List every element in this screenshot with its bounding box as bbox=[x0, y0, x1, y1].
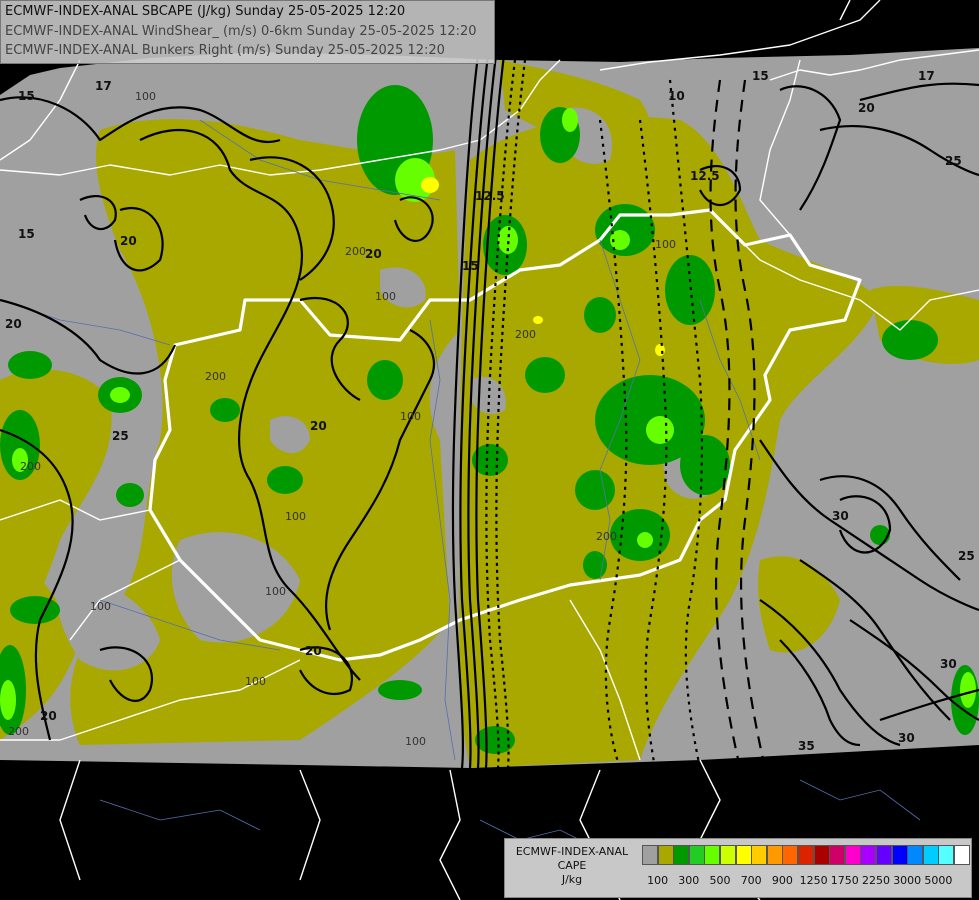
contour-label: 12.5 bbox=[475, 189, 505, 203]
title-line-sbcape: ECMWF-INDEX-ANAL SBCAPE (J/kg) Sunday 25… bbox=[5, 4, 406, 19]
contour-label: 15 bbox=[18, 89, 35, 103]
legend-tick-label: 500 bbox=[709, 874, 731, 887]
contour-label: 25 bbox=[112, 429, 129, 443]
contour-label: 30 bbox=[898, 731, 915, 745]
legend-swatch bbox=[688, 845, 705, 865]
contour-label: 200 bbox=[515, 328, 536, 341]
legend-tick-label: 900 bbox=[771, 874, 793, 887]
legend-swatch bbox=[782, 845, 799, 865]
title-line-windshear: ECMWF-INDEX-ANAL WindShear_ (m/s) 0-6km … bbox=[5, 24, 477, 39]
legend-swatch bbox=[938, 845, 955, 865]
legend-swatch bbox=[798, 845, 814, 865]
cape-legend: ECMWF-INDEX-ANAL CAPE J/kg 100 300 500 700 9… bbox=[504, 838, 972, 898]
legend-swatch bbox=[766, 845, 783, 865]
legend-tick-label: 1250 bbox=[799, 874, 828, 887]
contour-label: 20 bbox=[120, 234, 137, 248]
contour-label: 20 bbox=[5, 317, 22, 331]
legend-swatch bbox=[829, 845, 846, 865]
legend-tick-label: 100 bbox=[647, 874, 669, 887]
contour-label: 20 bbox=[305, 644, 322, 658]
contour-label: 100 bbox=[655, 238, 676, 251]
legend-swatch bbox=[954, 845, 970, 865]
contour-label: 20 bbox=[365, 247, 382, 261]
legend-swatch bbox=[642, 845, 658, 865]
contour-label: 20 bbox=[40, 709, 57, 723]
legend-swatch bbox=[876, 845, 892, 865]
title-line-bunkers: ECMWF-INDEX-ANAL Bunkers Right (m/s) Sun… bbox=[5, 43, 445, 58]
contour-label: 15 bbox=[462, 259, 479, 273]
legend-title-unit: J/kg bbox=[561, 873, 583, 886]
contour-label: 100 bbox=[135, 90, 156, 103]
contour-label: 30 bbox=[940, 657, 957, 671]
legend-swatch bbox=[922, 845, 939, 865]
title-box: ECMWF-INDEX-ANAL SBCAPE (J/kg) Sunday 25… bbox=[0, 0, 495, 64]
contour-label: 200 bbox=[20, 460, 41, 473]
contour-label: 100 bbox=[245, 675, 266, 688]
contour-label: 100 bbox=[405, 735, 426, 748]
contour-label: 25 bbox=[958, 549, 975, 563]
contour-label: 100 bbox=[400, 410, 421, 423]
contour-label: 200 bbox=[596, 530, 617, 543]
legend-swatch bbox=[704, 845, 721, 865]
contour-label: 12.5 bbox=[690, 169, 720, 183]
legend-tick-label: 3000 bbox=[893, 874, 922, 887]
legend-swatch bbox=[844, 845, 861, 865]
legend-tick-label: 5000 bbox=[924, 874, 953, 887]
legend-tick-label: 300 bbox=[678, 874, 700, 887]
legend-swatch bbox=[735, 845, 752, 865]
contour-label: 35 bbox=[798, 739, 815, 753]
contour-label: 200 bbox=[205, 370, 226, 383]
contour-label: 100 bbox=[90, 600, 111, 613]
contour-label: 100 bbox=[265, 585, 286, 598]
legend-swatch bbox=[673, 845, 690, 865]
contour-label: 17 bbox=[918, 69, 935, 83]
contour-label: 17 bbox=[95, 79, 112, 93]
contour-label: 200 bbox=[345, 245, 366, 258]
legend-swatch bbox=[860, 845, 877, 865]
legend-swatch bbox=[907, 845, 924, 865]
contour-label: 25 bbox=[945, 154, 962, 168]
legend-swatch bbox=[751, 845, 768, 865]
contour-label: 100 bbox=[375, 290, 396, 303]
contour-label: 20 bbox=[858, 101, 875, 115]
legend-swatch bbox=[813, 845, 830, 865]
contour-label: 15 bbox=[752, 69, 769, 83]
legend-tick-label: 1750 bbox=[830, 874, 859, 887]
weather-map: 15 17 100 20 12.5 10 15 17 20 25 15 20 2… bbox=[0, 0, 979, 900]
legend-tick-label: 2250 bbox=[862, 874, 890, 887]
legend-swatch bbox=[657, 845, 674, 865]
legend-title-variable: CAPE bbox=[557, 859, 587, 872]
legend-title-model: ECMWF-INDEX-ANAL bbox=[515, 845, 629, 858]
contour-label: 100 bbox=[285, 510, 306, 523]
contour-label: 20 bbox=[310, 419, 327, 433]
legend-tick-label: 700 bbox=[740, 874, 762, 887]
contour-label: 15 bbox=[18, 227, 35, 241]
contour-label: 10 bbox=[668, 89, 685, 103]
legend-swatch bbox=[720, 845, 736, 865]
contour-label: 200 bbox=[8, 725, 29, 738]
contour-label: 30 bbox=[832, 509, 849, 523]
legend-swatch bbox=[891, 845, 908, 865]
